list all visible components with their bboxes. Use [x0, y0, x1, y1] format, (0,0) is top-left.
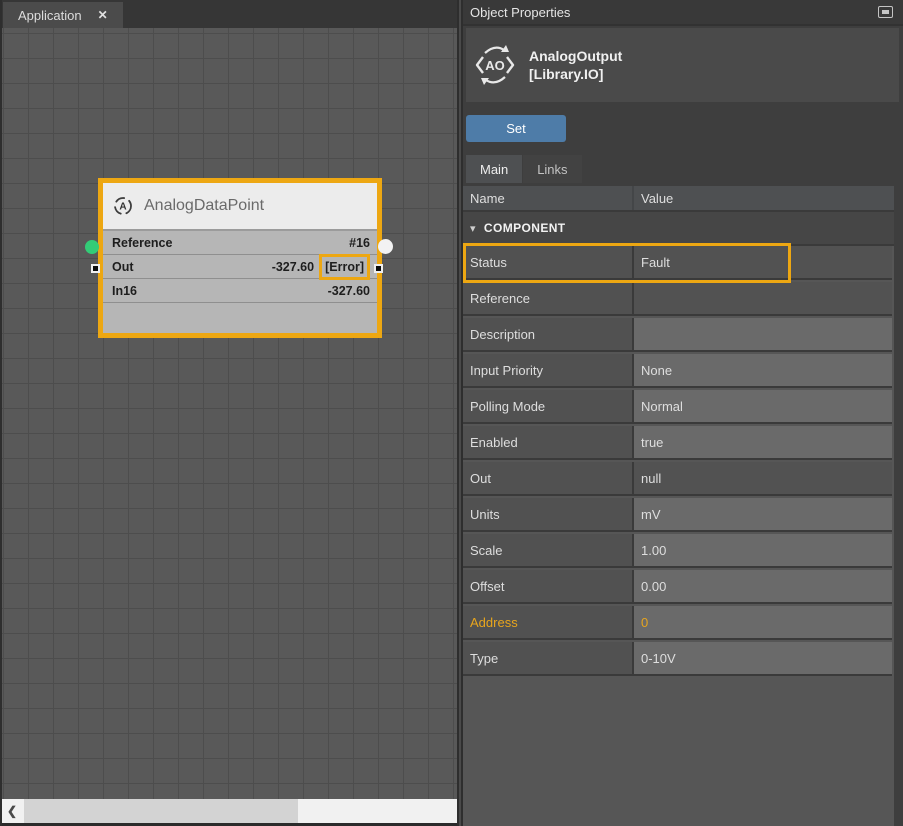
property-name: Type [463, 642, 632, 676]
tab-main[interactable]: Main [466, 155, 522, 183]
property-name: Description [463, 318, 632, 352]
object-properties-panel: Object Properties AO AnalogOutput [Libra… [463, 0, 903, 826]
section-label: COMPONENT [484, 221, 566, 235]
table-row[interactable]: Enabledtrue [463, 426, 894, 462]
property-name: Out [463, 462, 632, 496]
property-value: null [634, 462, 892, 496]
dock-window-icon[interactable] [878, 6, 893, 18]
node-slot-value: -327.60 [272, 260, 314, 274]
property-name: Address [463, 606, 632, 640]
node-slot-value: -327.60 [328, 284, 370, 298]
error-badge: [Error] [319, 254, 370, 280]
analog-output-icon: AO [474, 43, 516, 87]
table-row[interactable]: StatusFault [463, 246, 894, 282]
node-title-bar[interactable]: A AnalogDataPoint [103, 183, 377, 231]
property-name: Offset [463, 570, 632, 604]
table-row[interactable]: Polling ModeNormal [463, 390, 894, 426]
node-row[interactable]: Reference #16 [103, 231, 377, 255]
close-icon[interactable]: ✕ [98, 8, 108, 22]
property-value[interactable]: 0 [634, 606, 892, 640]
property-name: Polling Mode [463, 390, 632, 424]
output-port-dot[interactable] [378, 239, 393, 254]
section-component[interactable]: ▾ COMPONENT [463, 212, 894, 246]
window-left-edge [0, 0, 2, 826]
scrollbar-thumb[interactable] [24, 799, 298, 823]
table-row[interactable]: Reference [463, 282, 894, 318]
table-row[interactable]: Offset0.00 [463, 570, 894, 606]
table-row[interactable]: Type0-10V [463, 642, 894, 678]
table-row[interactable]: Address0 [463, 606, 894, 642]
wiresheet-canvas[interactable]: A AnalogDataPoint Reference #16 Out -327.60… [0, 28, 457, 799]
analog-data-point-node[interactable]: A AnalogDataPoint Reference #16 Out -327.60… [98, 178, 382, 338]
property-value[interactable]: Normal [634, 390, 892, 424]
resize-handle-left[interactable] [91, 264, 100, 273]
tab-label: Application [18, 8, 82, 23]
table-row[interactable]: Scale1.00 [463, 534, 894, 570]
node-row[interactable]: Out-327.60[Error] [103, 255, 377, 279]
node-slot-value-group: -327.60[Error] [272, 259, 370, 275]
node-rows: Reference#16Out-327.60[Error]In16-327.60 [103, 231, 377, 303]
property-name: Scale [463, 534, 632, 568]
node-empty-row [103, 303, 377, 333]
application-window: Application ✕ A AnalogDataPoint Referenc… [0, 0, 903, 826]
selected-object-header: AO AnalogOutput [Library.IO] [466, 28, 899, 102]
property-name: Reference [463, 282, 632, 316]
wiresheet-pane: Application ✕ A AnalogDataPoint Referenc… [0, 0, 457, 826]
property-value[interactable]: mV [634, 498, 892, 532]
panel-title: Object Properties [470, 5, 570, 20]
set-button[interactable]: Set [466, 115, 566, 142]
svg-text:AO: AO [485, 58, 505, 73]
property-value[interactable]: 1.00 [634, 534, 892, 568]
node-title-label: AnalogDataPoint [144, 197, 264, 215]
svg-text:A: A [119, 202, 126, 213]
object-library: [Library.IO] [529, 65, 622, 83]
property-value[interactable]: None [634, 354, 892, 388]
property-value: Fault [634, 246, 892, 280]
tab-application[interactable]: Application ✕ [3, 2, 123, 28]
property-rows: StatusFaultReferenceDescriptionInput Pri… [463, 246, 894, 678]
resize-handle-right[interactable] [374, 264, 383, 273]
properties-tab-bar: Main Links [466, 155, 903, 183]
column-header-name: Name [463, 186, 632, 210]
table-header-row: Name Value [463, 186, 894, 212]
node-slot-value-group: -327.60 [328, 284, 370, 298]
panel-title-bar: Object Properties [463, 0, 903, 26]
property-value[interactable]: true [634, 426, 892, 460]
table-row[interactable]: UnitsmV [463, 498, 894, 534]
property-value [634, 282, 892, 316]
object-type-name: AnalogOutput [529, 47, 622, 65]
property-name: Status [463, 246, 632, 280]
table-row[interactable]: Description [463, 318, 894, 354]
properties-table: Name Value ▾ COMPONENT StatusFaultRefere… [463, 186, 894, 826]
node-slot-name: In16 [112, 284, 137, 298]
column-header-value: Value [634, 186, 892, 210]
property-value[interactable]: 0.00 [634, 570, 892, 604]
property-name: Enabled [463, 426, 632, 460]
chevron-down-icon[interactable]: ▾ [470, 222, 476, 235]
property-value[interactable]: 0-10V [634, 642, 892, 676]
input-port-dot[interactable] [85, 240, 99, 254]
table-row[interactable]: Input PriorityNone [463, 354, 894, 390]
document-tab-bar: Application ✕ [0, 0, 457, 28]
horizontal-scrollbar[interactable]: ❮ [2, 799, 457, 823]
analog-point-icon: A [112, 195, 134, 217]
node-slot-name: Out [112, 260, 134, 274]
node-slot-value-group: #16 [349, 236, 370, 250]
table-row[interactable]: Outnull [463, 462, 894, 498]
property-name: Input Priority [463, 354, 632, 388]
property-name: Units [463, 498, 632, 532]
property-value[interactable] [634, 318, 892, 352]
node-slot-value: #16 [349, 236, 370, 250]
node-row[interactable]: In16 -327.60 [103, 279, 377, 303]
node-slot-name: Reference [112, 236, 172, 250]
scroll-left-arrow-icon[interactable]: ❮ [2, 799, 22, 823]
tab-links[interactable]: Links [523, 155, 581, 183]
